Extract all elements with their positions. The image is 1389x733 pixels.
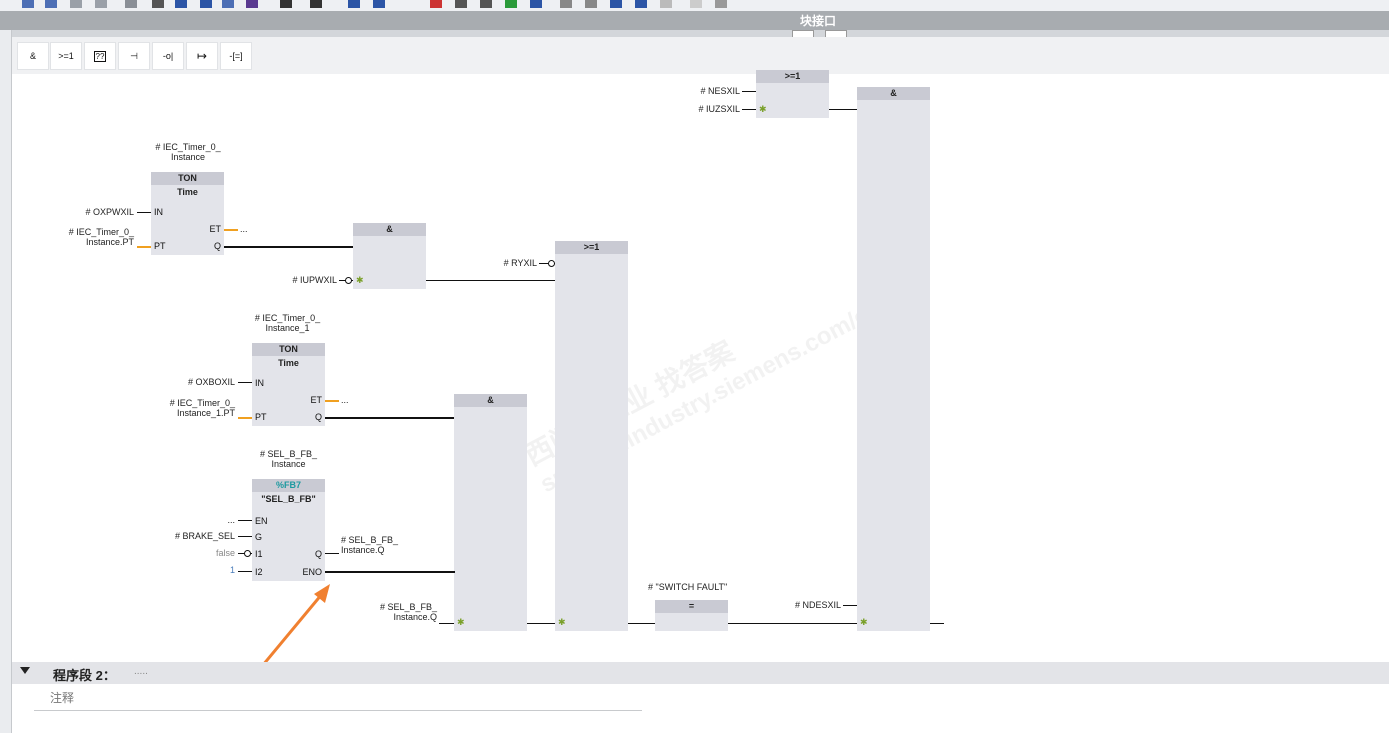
toolbar-icon[interactable] xyxy=(715,0,727,8)
fav-no-contact-button[interactable]: ⊣ xyxy=(118,42,150,70)
toolbar-icon[interactable] xyxy=(22,0,34,8)
add-input-icon[interactable]: ✱ xyxy=(759,105,767,114)
toolbar-icon[interactable] xyxy=(175,0,187,8)
splitter-bar[interactable] xyxy=(0,30,1389,38)
instruction-favorites-bar: & >=1 ?? ⊣ -o| ↦ -[=] xyxy=(12,37,1389,74)
collapse-triangle-icon[interactable] xyxy=(20,667,30,674)
editor-toolbar xyxy=(0,0,1389,11)
toolbar-icon[interactable] xyxy=(455,0,467,8)
toolbar-icon[interactable] xyxy=(373,0,385,8)
and-big-in-operand[interactable]: # NDESXIL xyxy=(772,600,841,610)
ton1-et-operand[interactable]: ... xyxy=(240,224,248,234)
toolbar-icon[interactable] xyxy=(610,0,622,8)
left-gutter xyxy=(0,30,12,733)
or-top-block[interactable]: >=1 ✱ xyxy=(756,70,829,118)
fav-assign-button[interactable]: -[=] xyxy=(220,42,252,70)
toolbar-icon[interactable] xyxy=(45,0,57,8)
toolbar-icon[interactable] xyxy=(95,0,107,8)
and2-in-operand[interactable]: # SEL_B_FB_ Instance.Q xyxy=(362,602,437,622)
ton2-instance[interactable]: # IEC_Timer_0_ Instance_1 xyxy=(250,313,325,333)
selfb-instance[interactable]: # SEL_B_FB_ Instance xyxy=(252,449,325,469)
fav-empty-box-button[interactable]: ?? xyxy=(84,42,116,70)
toolbar-icon[interactable] xyxy=(480,0,492,8)
selfb-fb-number: %FB7 xyxy=(252,479,325,492)
fav-negate-button[interactable]: -o| xyxy=(152,42,184,70)
toolbar-icon[interactable] xyxy=(690,0,702,8)
block-interface-header[interactable]: 块接口 xyxy=(0,11,1389,30)
ton1-in-operand[interactable]: # OXPWXIL xyxy=(52,207,134,217)
selfb-block[interactable]: %FB7 "SEL_B_FB" EN G I1 I2 Q ENO xyxy=(252,479,325,581)
ton2-block[interactable]: TON Time IN PT ET Q xyxy=(252,343,325,426)
and1-label: & xyxy=(353,223,426,236)
and1-block[interactable]: & ✱ xyxy=(353,223,426,289)
toolbar-icon[interactable] xyxy=(70,0,82,8)
toolbar-icon[interactable] xyxy=(585,0,597,8)
toolbar-icon[interactable] xyxy=(348,0,360,8)
toolbar-icon[interactable] xyxy=(660,0,672,8)
selfb-en-operand[interactable]: ... xyxy=(192,515,235,525)
and2-block[interactable]: & ✱ xyxy=(454,394,527,631)
toolbar-icon[interactable] xyxy=(635,0,647,8)
toolbar-icon[interactable] xyxy=(310,0,322,8)
network-2-header[interactable]: 程序段 2： ..... xyxy=(12,662,1389,684)
and1-in2-operand[interactable]: # IUPWXIL xyxy=(257,275,337,285)
or1-in1-operand[interactable]: # RYXIL xyxy=(482,258,537,268)
ton2-subtype: Time xyxy=(278,358,299,368)
toolbar-icon[interactable] xyxy=(222,0,234,8)
fav-and-button[interactable]: & xyxy=(17,42,49,70)
selfb-name: "SEL_B_FB" xyxy=(261,494,316,504)
selfb-g-operand[interactable]: # BRAKE_SEL xyxy=(157,531,235,541)
add-input-icon[interactable]: ✱ xyxy=(457,618,465,627)
fav-or-button[interactable]: >=1 xyxy=(50,42,82,70)
ton1-instance[interactable]: # IEC_Timer_0_ Instance xyxy=(153,142,223,162)
block-interface-title: 块接口 xyxy=(800,14,837,28)
toolbar-icon[interactable] xyxy=(530,0,542,8)
toolbar-icon[interactable] xyxy=(280,0,292,8)
toolbar-icon[interactable] xyxy=(430,0,442,8)
assign-block[interactable]: = xyxy=(655,600,728,631)
ton1-type: TON xyxy=(151,172,224,185)
and-big-block[interactable]: & ✱ xyxy=(857,87,930,631)
check-icon[interactable] xyxy=(505,0,517,8)
add-input-icon[interactable]: ✱ xyxy=(860,618,868,627)
ton2-pt-operand[interactable]: # IEC_Timer_0_ Instance_1.PT xyxy=(137,398,235,418)
toolbar-icon[interactable] xyxy=(125,0,137,8)
toolbar-icon[interactable] xyxy=(560,0,572,8)
network-1: 西门子工业 找答案 support.industry.siemens.com/c… xyxy=(12,70,1389,679)
and2-label: & xyxy=(454,394,527,407)
or-top-in1-operand[interactable]: # NESXIL xyxy=(672,86,740,96)
network-2-comment[interactable]: 注释 xyxy=(34,688,642,711)
comment-placeholder: 注释 xyxy=(50,691,75,705)
selfb-i1-operand[interactable]: false xyxy=(192,548,235,558)
network-2-title: 程序段 2： xyxy=(53,668,116,683)
or-top-label: >=1 xyxy=(756,70,829,83)
selfb-i2-operand[interactable]: 1 xyxy=(192,565,235,575)
assign-label: = xyxy=(655,600,728,613)
selfb-q-operand[interactable]: # SEL_B_FB_ Instance.Q xyxy=(341,535,398,555)
add-input-icon[interactable]: ✱ xyxy=(356,276,364,285)
toolbar-icon[interactable] xyxy=(200,0,212,8)
toolbar-icon[interactable] xyxy=(246,0,258,8)
fav-branch-button[interactable]: ↦ xyxy=(186,42,218,70)
assign-operand[interactable]: # "SWITCH FAULT" xyxy=(648,582,727,592)
ton1-pt-operand[interactable]: # IEC_Timer_0_ Instance.PT xyxy=(42,227,134,247)
and-big-label: & xyxy=(857,87,930,100)
ton1-block[interactable]: TON Time IN PT ET Q xyxy=(151,172,224,255)
ton2-type: TON xyxy=(252,343,325,356)
toolbar-icon[interactable] xyxy=(152,0,164,8)
or1-block[interactable]: >=1 ✱ xyxy=(555,241,628,631)
add-input-icon[interactable]: ✱ xyxy=(558,618,566,627)
ton2-in-operand[interactable]: # OXBOXIL xyxy=(152,377,235,387)
ton1-subtype: Time xyxy=(177,187,198,197)
network-2-description[interactable]: ..... xyxy=(134,666,148,677)
ton2-et-operand[interactable]: ... xyxy=(341,395,349,405)
or-top-in2-operand[interactable]: # IUZSXIL xyxy=(672,104,740,114)
or1-label: >=1 xyxy=(555,241,628,254)
